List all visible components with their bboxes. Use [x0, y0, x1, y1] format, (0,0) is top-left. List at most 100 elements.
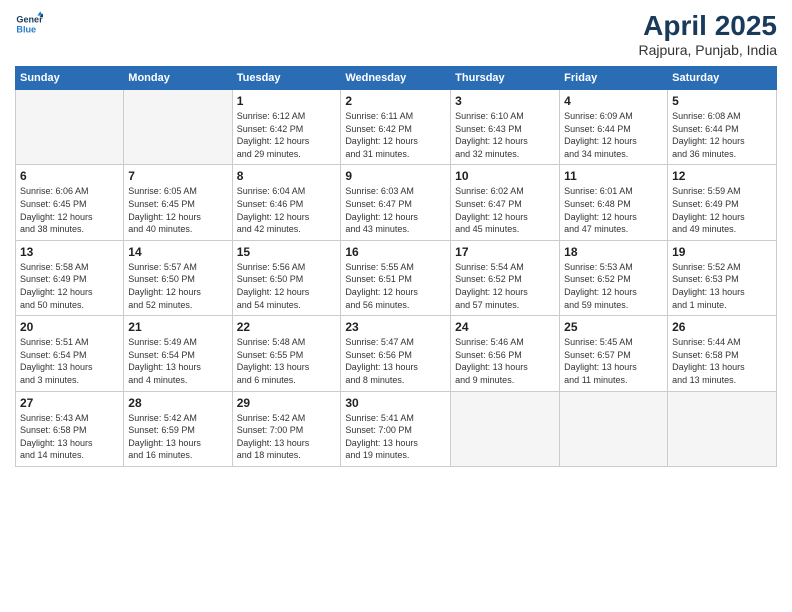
calendar-cell-w4-d4: 24 Sunrise: 5:46 AMSunset: 6:56 PMDayligh…	[451, 316, 560, 391]
day-number: 17	[455, 245, 555, 259]
day-info: Sunrise: 6:05 AMSunset: 6:45 PMDaylight:…	[128, 185, 227, 235]
calendar-cell-w1-d1	[124, 90, 232, 165]
day-info: Sunrise: 5:56 AMSunset: 6:50 PMDaylight:…	[237, 261, 337, 311]
day-info: Sunrise: 5:57 AMSunset: 6:50 PMDaylight:…	[128, 261, 227, 311]
calendar-cell-w4-d0: 20Sunrise: 5:51 AMSunset: 6:54 PMDayligh…	[16, 316, 124, 391]
day-info: Sunrise: 5:48 AMSunset: 6:55 PMDaylight:…	[237, 336, 337, 386]
day-info: Sunrise: 6:11 AMSunset: 6:42 PMDaylight:…	[345, 110, 446, 160]
calendar-page: General Blue April 2025 Rajpura, Punjab,…	[0, 0, 792, 612]
calendar-cell-w2-d2: 8 Sunrise: 6:04 AMSunset: 6:46 PMDaylight…	[232, 165, 341, 240]
calendar-cell-w5-d5	[560, 391, 668, 466]
header-wednesday: Wednesday	[341, 67, 451, 90]
calendar-cell-w1-d3: 2 Sunrise: 6:11 AMSunset: 6:42 PMDaylight…	[341, 90, 451, 165]
weekday-header-row: Sunday Monday Tuesday Wednesday Thursday…	[16, 67, 777, 90]
calendar-cell-w5-d3: 30 Sunrise: 5:41 AMSunset: 7:00 PMDayligh…	[341, 391, 451, 466]
calendar-cell-w5-d0: 27Sunrise: 5:43 AMSunset: 6:58 PMDayligh…	[16, 391, 124, 466]
day-info: Sunrise: 5:45 AMSunset: 6:57 PMDaylight:…	[564, 336, 663, 386]
day-number: 30	[345, 396, 446, 410]
calendar-cell-w1-d4: 3 Sunrise: 6:10 AMSunset: 6:43 PMDaylight…	[451, 90, 560, 165]
day-info: Sunrise: 5:54 AMSunset: 6:52 PMDaylight:…	[455, 261, 555, 311]
day-info: Sunrise: 5:53 AMSunset: 6:52 PMDaylight:…	[564, 261, 663, 311]
calendar-cell-w2-d1: 7 Sunrise: 6:05 AMSunset: 6:45 PMDaylight…	[124, 165, 232, 240]
calendar-cell-w3-d5: 18 Sunrise: 5:53 AMSunset: 6:52 PMDayligh…	[560, 240, 668, 315]
day-info: Sunrise: 5:47 AMSunset: 6:56 PMDaylight:…	[345, 336, 446, 386]
day-number: 11	[564, 169, 663, 183]
day-number: 6	[20, 169, 119, 183]
svg-text:General: General	[16, 15, 43, 25]
calendar-table: Sunday Monday Tuesday Wednesday Thursday…	[15, 66, 777, 467]
day-info: Sunrise: 5:52 AMSunset: 6:53 PMDaylight:…	[672, 261, 772, 311]
calendar-cell-w5-d1: 28Sunrise: 5:42 AMSunset: 6:59 PMDayligh…	[124, 391, 232, 466]
day-number: 24	[455, 320, 555, 334]
calendar-cell-w2-d4: 10Sunrise: 6:02 AMSunset: 6:47 PMDayligh…	[451, 165, 560, 240]
calendar-cell-w1-d2: 1Sunrise: 6:12 AMSunset: 6:42 PMDaylight…	[232, 90, 341, 165]
day-number: 22	[237, 320, 337, 334]
day-info: Sunrise: 6:03 AMSunset: 6:47 PMDaylight:…	[345, 185, 446, 235]
day-number: 4	[564, 94, 663, 108]
calendar-cell-w3-d3: 16 Sunrise: 5:55 AMSunset: 6:51 PMDayligh…	[341, 240, 451, 315]
day-number: 29	[237, 396, 337, 410]
day-number: 26	[672, 320, 772, 334]
day-number: 18	[564, 245, 663, 259]
day-number: 15	[237, 245, 337, 259]
day-number: 12	[672, 169, 772, 183]
calendar-cell-w5-d2: 29 Sunrise: 5:42 AMSunset: 7:00 PMDayligh…	[232, 391, 341, 466]
day-info: Sunrise: 5:49 AMSunset: 6:54 PMDaylight:…	[128, 336, 227, 386]
day-number: 19	[672, 245, 772, 259]
day-number: 3	[455, 94, 555, 108]
logo-icon: General Blue	[15, 10, 43, 38]
day-number: 21	[128, 320, 227, 334]
day-number: 23	[345, 320, 446, 334]
day-number: 14	[128, 245, 227, 259]
header-thursday: Thursday	[451, 67, 560, 90]
day-info: Sunrise: 5:44 AMSunset: 6:58 PMDaylight:…	[672, 336, 772, 386]
day-number: 2	[345, 94, 446, 108]
calendar-cell-w4-d2: 22 Sunrise: 5:48 AMSunset: 6:55 PMDayligh…	[232, 316, 341, 391]
day-info: Sunrise: 5:41 AMSunset: 7:00 PMDaylight:…	[345, 412, 446, 462]
day-number: 8	[237, 169, 337, 183]
header-saturday: Saturday	[668, 67, 777, 90]
header-friday: Friday	[560, 67, 668, 90]
calendar-cell-w4-d5: 25 Sunrise: 5:45 AMSunset: 6:57 PMDayligh…	[560, 316, 668, 391]
day-number: 25	[564, 320, 663, 334]
calendar-cell-w2-d3: 9 Sunrise: 6:03 AMSunset: 6:47 PMDaylight…	[341, 165, 451, 240]
calendar-cell-w1-d5: 4 Sunrise: 6:09 AMSunset: 6:44 PMDaylight…	[560, 90, 668, 165]
month-title: April 2025	[638, 10, 777, 42]
day-number: 16	[345, 245, 446, 259]
calendar-cell-w5-d6	[668, 391, 777, 466]
day-info: Sunrise: 5:42 AMSunset: 7:00 PMDaylight:…	[237, 412, 337, 462]
day-info: Sunrise: 6:09 AMSunset: 6:44 PMDaylight:…	[564, 110, 663, 160]
day-info: Sunrise: 6:10 AMSunset: 6:43 PMDaylight:…	[455, 110, 555, 160]
calendar-cell-w3-d6: 19 Sunrise: 5:52 AMSunset: 6:53 PMDayligh…	[668, 240, 777, 315]
day-number: 27	[20, 396, 119, 410]
day-number: 7	[128, 169, 227, 183]
header-sunday: Sunday	[16, 67, 124, 90]
day-info: Sunrise: 6:01 AMSunset: 6:48 PMDaylight:…	[564, 185, 663, 235]
week-row-1: 1Sunrise: 6:12 AMSunset: 6:42 PMDaylight…	[16, 90, 777, 165]
calendar-cell-w2-d6: 12Sunrise: 5:59 AMSunset: 6:49 PMDayligh…	[668, 165, 777, 240]
header-tuesday: Tuesday	[232, 67, 341, 90]
svg-text:Blue: Blue	[16, 24, 36, 34]
page-header: General Blue April 2025 Rajpura, Punjab,…	[15, 10, 777, 58]
day-number: 13	[20, 245, 119, 259]
title-block: April 2025 Rajpura, Punjab, India	[638, 10, 777, 58]
calendar-cell-w2-d0: 6Sunrise: 6:06 AMSunset: 6:45 PMDaylight…	[16, 165, 124, 240]
day-info: Sunrise: 5:55 AMSunset: 6:51 PMDaylight:…	[345, 261, 446, 311]
week-row-2: 6Sunrise: 6:06 AMSunset: 6:45 PMDaylight…	[16, 165, 777, 240]
logo: General Blue	[15, 10, 43, 38]
day-number: 10	[455, 169, 555, 183]
week-row-4: 20Sunrise: 5:51 AMSunset: 6:54 PMDayligh…	[16, 316, 777, 391]
day-number: 9	[345, 169, 446, 183]
calendar-cell-w3-d4: 17 Sunrise: 5:54 AMSunset: 6:52 PMDayligh…	[451, 240, 560, 315]
day-info: Sunrise: 6:12 AMSunset: 6:42 PMDaylight:…	[237, 110, 337, 160]
day-info: Sunrise: 6:08 AMSunset: 6:44 PMDaylight:…	[672, 110, 772, 160]
day-info: Sunrise: 5:46 AMSunset: 6:56 PMDaylight:…	[455, 336, 555, 386]
week-row-3: 13Sunrise: 5:58 AMSunset: 6:49 PMDayligh…	[16, 240, 777, 315]
calendar-cell-w1-d0	[16, 90, 124, 165]
location: Rajpura, Punjab, India	[638, 42, 777, 58]
calendar-cell-w3-d1: 14 Sunrise: 5:57 AMSunset: 6:50 PMDayligh…	[124, 240, 232, 315]
day-info: Sunrise: 6:04 AMSunset: 6:46 PMDaylight:…	[237, 185, 337, 235]
day-info: Sunrise: 5:51 AMSunset: 6:54 PMDaylight:…	[20, 336, 119, 386]
day-info: Sunrise: 5:42 AMSunset: 6:59 PMDaylight:…	[128, 412, 227, 462]
day-number: 5	[672, 94, 772, 108]
